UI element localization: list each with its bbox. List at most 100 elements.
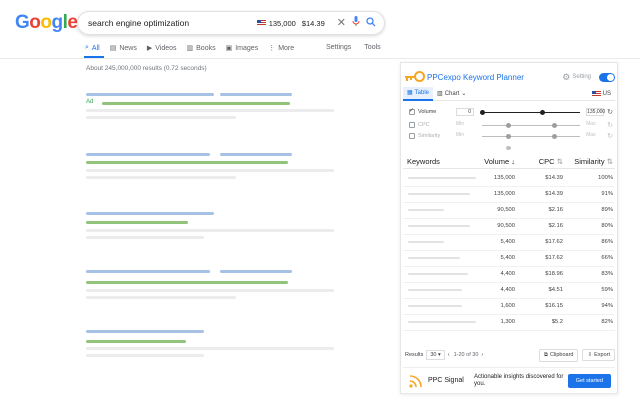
enable-toggle[interactable] bbox=[599, 72, 615, 82]
reset-icon[interactable]: ↻ bbox=[607, 132, 613, 140]
slider-handle-min[interactable] bbox=[506, 133, 511, 139]
cpc-cell: $4.51 bbox=[548, 287, 563, 294]
volume-max-input[interactable]: 135,000 bbox=[586, 108, 605, 116]
keyword-placeholder bbox=[408, 289, 462, 292]
google-logo[interactable]: Google bbox=[15, 12, 78, 34]
export-icon: ⇩ bbox=[587, 352, 593, 358]
tab-all[interactable]: ⌕ All bbox=[85, 44, 100, 52]
chevron-down-icon: ⌄ bbox=[461, 91, 467, 97]
similarity-cell: 86% bbox=[601, 239, 613, 246]
slider-handle-max[interactable] bbox=[540, 109, 545, 115]
slider-handle-min[interactable] bbox=[506, 122, 511, 128]
country-selector[interactable]: US bbox=[591, 90, 615, 97]
table-row[interactable]: 90,500 $2.16 89% bbox=[403, 203, 615, 219]
tab-chart[interactable]: ▥ Chart ⌄ bbox=[433, 87, 470, 101]
page-size-select[interactable]: 30 ▾ bbox=[426, 350, 445, 360]
search-volume: 135,000 bbox=[268, 18, 296, 28]
table-row[interactable]: 1,300 $5.2 82% bbox=[403, 315, 615, 331]
get-started-button[interactable]: Get started bbox=[567, 373, 611, 388]
similarity-slider[interactable] bbox=[482, 133, 581, 139]
us-flag-icon bbox=[256, 20, 266, 26]
news-icon: ▤ bbox=[109, 45, 117, 52]
result-snippet-placeholder bbox=[86, 116, 236, 119]
keyword-placeholder bbox=[408, 321, 476, 324]
video-icon: ▶ bbox=[146, 45, 153, 52]
similarity-checkbox[interactable] bbox=[409, 133, 415, 139]
banner-text: Actionable insights discovered for you. bbox=[474, 373, 564, 387]
tab-images[interactable]: ▣ Images bbox=[226, 44, 259, 53]
header-divider bbox=[0, 58, 640, 59]
slider-handle-min[interactable] bbox=[480, 109, 485, 115]
settings-link[interactable]: Settings bbox=[326, 44, 351, 51]
similarity-cell: 66% bbox=[601, 255, 613, 262]
volume-cell: 135,000 bbox=[494, 175, 515, 182]
search-icon: ⌕ bbox=[85, 44, 89, 51]
table-row[interactable]: 1,600 $16.15 94% bbox=[403, 299, 615, 315]
result-snippet-placeholder bbox=[86, 236, 204, 239]
collapse-handle[interactable] bbox=[506, 146, 511, 150]
next-page-icon[interactable]: › bbox=[481, 352, 483, 358]
similarity-cell: 91% bbox=[601, 191, 613, 198]
panel-tabs: ▦ Table ▥ Chart ⌄ US bbox=[403, 86, 615, 101]
microphone-icon[interactable] bbox=[352, 16, 360, 30]
export-button[interactable]: ⇩ Export bbox=[582, 349, 615, 361]
cpc-max-input[interactable]: Max bbox=[586, 121, 604, 129]
col-volume[interactable]: Volume ↓ bbox=[469, 157, 515, 166]
tab-videos[interactable]: ▶ Videos bbox=[146, 44, 177, 53]
cpc-cell: $17.62 bbox=[545, 255, 563, 262]
filter-similarity: Similarity Min Max ↻ bbox=[409, 131, 613, 141]
keyword-placeholder bbox=[408, 209, 444, 212]
table-row[interactable]: 135,000 $14.39 100% bbox=[403, 171, 615, 187]
similarity-min-input[interactable]: Min bbox=[456, 132, 474, 140]
cpc-cell: $2.16 bbox=[548, 207, 563, 214]
close-icon[interactable]: ✕ bbox=[337, 17, 346, 29]
table-row[interactable]: 135,000 $14.39 91% bbox=[403, 187, 615, 203]
volume-slider[interactable] bbox=[480, 109, 581, 115]
tab-more[interactable]: ⋮ More bbox=[268, 44, 294, 53]
prev-page-icon[interactable]: ‹ bbox=[448, 352, 450, 358]
result-title-placeholder bbox=[86, 330, 204, 333]
tab-news[interactable]: ▤ News bbox=[109, 44, 137, 53]
similarity-cell: 82% bbox=[601, 319, 613, 326]
volume-cell: 4,400 bbox=[500, 287, 515, 294]
tab-table[interactable]: ▦ Table bbox=[403, 86, 434, 101]
volume-min-input[interactable]: 0 bbox=[456, 108, 474, 116]
search-input[interactable]: search engine optimization bbox=[88, 18, 257, 28]
clipboard-button[interactable]: ⧉ Clipboard bbox=[539, 348, 579, 362]
reset-icon[interactable]: ↻ bbox=[607, 121, 613, 129]
search-tabs: ⌕ All ▤ News ▶ Videos ▥ Books ▣ Images ⋮ More bbox=[85, 44, 294, 52]
filter-volume: Volume 0 135,000 ↻ bbox=[409, 107, 613, 117]
col-similarity[interactable]: Similarity ⇅ bbox=[563, 157, 613, 166]
col-keywords[interactable]: Keywords bbox=[403, 157, 469, 166]
search-box[interactable]: search engine optimization 135,000 $14.3… bbox=[77, 11, 385, 35]
reset-icon[interactable]: ↻ bbox=[607, 108, 613, 116]
similarity-max-input[interactable]: Max bbox=[586, 132, 604, 140]
result-snippet-placeholder bbox=[86, 347, 334, 350]
table-row[interactable]: 4,400 $4.51 59% bbox=[403, 283, 615, 299]
volume-cell: 135,000 bbox=[494, 191, 515, 198]
similarity-cell: 89% bbox=[601, 207, 613, 214]
volume-cell: 4,400 bbox=[500, 271, 515, 278]
table-row[interactable]: 90,500 $2.16 80% bbox=[403, 219, 615, 235]
cpc-min-input[interactable]: Min bbox=[456, 121, 474, 129]
clipboard-icon: ⧉ bbox=[544, 351, 548, 358]
table-row[interactable]: 5,400 $17.62 66% bbox=[403, 251, 615, 267]
tab-books[interactable]: ▥ Books bbox=[187, 44, 216, 53]
slider-handle-max[interactable] bbox=[552, 122, 557, 128]
cpc-slider[interactable] bbox=[482, 122, 581, 128]
table-row[interactable]: 4,400 $18.96 83% bbox=[403, 267, 615, 283]
keyword-cell bbox=[403, 193, 470, 196]
volume-checkbox[interactable] bbox=[409, 107, 415, 115]
slider-handle-max[interactable] bbox=[552, 133, 557, 139]
result-snippet-placeholder bbox=[86, 354, 204, 357]
search-icon[interactable] bbox=[366, 16, 376, 30]
keyword-cell bbox=[403, 241, 469, 244]
cpc-checkbox[interactable] bbox=[409, 122, 415, 128]
table-row[interactable]: 5,400 $17.62 86% bbox=[403, 235, 615, 251]
keyword-cell bbox=[403, 273, 469, 276]
setting-button[interactable]: ⚙ Setting bbox=[562, 72, 591, 83]
result-title-placeholder bbox=[86, 270, 210, 273]
tools-link[interactable]: Tools bbox=[364, 44, 380, 51]
results-count: About 245,000,000 results (0.72 seconds) bbox=[86, 65, 207, 72]
col-cpc[interactable]: CPC ⇅ bbox=[515, 157, 563, 166]
